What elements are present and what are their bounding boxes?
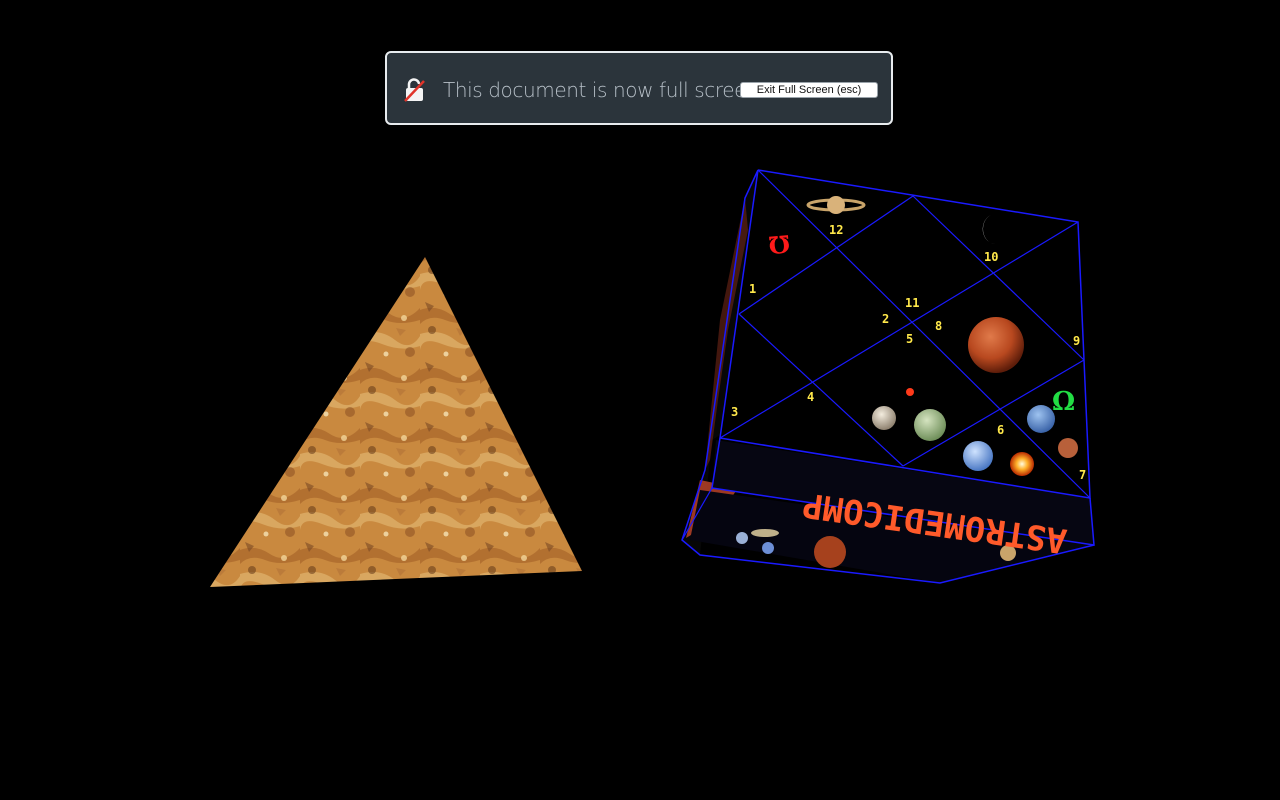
house-number-3: 3	[731, 405, 738, 419]
webgl-canvas[interactable]: 1 2 3 4 5 6 7 8 9 10 11 12 Ω Ω ASTROMEDI…	[0, 0, 1280, 800]
house-number-1: 1	[749, 282, 756, 296]
house-number-5: 5	[906, 332, 913, 346]
unlock-icon	[404, 78, 426, 102]
house-number-11: 11	[905, 296, 919, 310]
mars-icon	[968, 317, 1024, 373]
house-number-8: 8	[935, 319, 942, 333]
house-number-2: 2	[882, 312, 889, 326]
house-number-12: 12	[829, 223, 843, 237]
small-planet-icon	[1058, 438, 1078, 458]
mercury-icon	[872, 406, 896, 430]
pyramid-object	[210, 257, 582, 587]
house-number-6: 6	[997, 423, 1004, 437]
house-number-10: 10	[984, 250, 998, 264]
uranus-icon	[963, 441, 993, 471]
cube-symbol-red: Ω	[767, 229, 791, 260]
red-dot-icon	[906, 388, 914, 396]
house-number-7: 7	[1079, 468, 1086, 482]
cube-symbol-green: Ω	[1052, 387, 1075, 417]
neptune-icon	[1027, 405, 1055, 433]
sun-icon	[1010, 452, 1034, 476]
house-number-4: 4	[807, 390, 814, 404]
fullscreen-message: This document is now full screen	[443, 78, 759, 102]
exit-fullscreen-button[interactable]: Exit Full Screen (esc)	[740, 82, 878, 98]
green-planet-icon	[914, 409, 946, 441]
fullscreen-banner: This document is now full screen Exit Fu…	[385, 51, 893, 125]
house-number-9: 9	[1073, 334, 1080, 348]
